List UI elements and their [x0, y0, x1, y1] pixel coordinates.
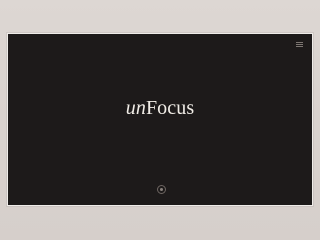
menu-line	[296, 46, 303, 47]
menu-icon[interactable]	[296, 42, 303, 47]
focus-icon[interactable]	[157, 185, 166, 194]
menu-line	[296, 44, 303, 45]
app-title: unFocus	[8, 97, 312, 119]
title-prefix: un	[125, 97, 146, 119]
app-window: unFocus	[7, 33, 313, 206]
title-suffix: Focus	[145, 97, 195, 119]
menu-line	[296, 42, 303, 43]
